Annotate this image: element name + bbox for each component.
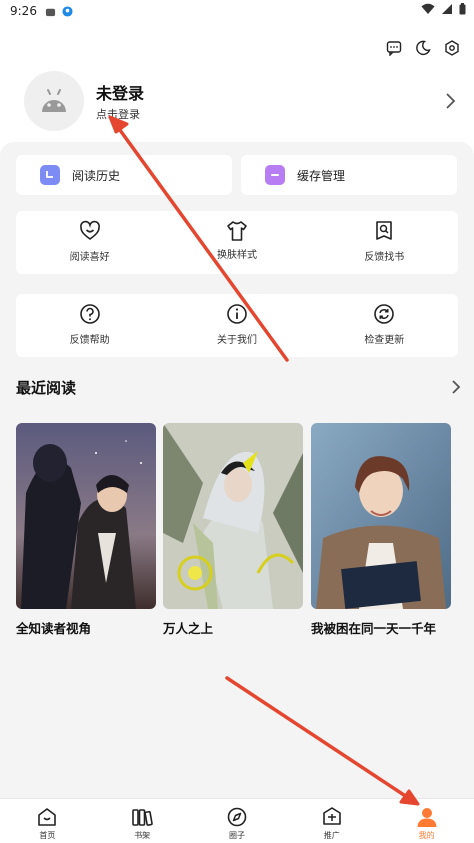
- notification-status-icon: [62, 5, 73, 17]
- tab-bookshelf-label: 书架: [134, 831, 151, 840]
- book-title: 全知读者视角: [16, 621, 92, 636]
- about-us-label: 关于我们: [216, 335, 257, 346]
- book-card[interactable]: 万人之上: [163, 423, 303, 637]
- tab-circle-label: 圈子: [228, 831, 245, 840]
- question-circle-icon: [79, 304, 100, 324]
- reading-history-button[interactable]: 阅读历史: [16, 155, 232, 195]
- bottom-tab-bar: 首页 书架 圈子 推广 我的: [0, 798, 474, 843]
- feature-grid-row-1: 阅读喜好 换肤样式 反馈找书: [16, 211, 458, 274]
- book-cover[interactable]: [16, 423, 156, 609]
- recent-reading-title: 最近阅读: [16, 379, 77, 397]
- profile-name: 未登录: [96, 84, 145, 103]
- chevron-right-icon[interactable]: [450, 378, 462, 396]
- book-cover[interactable]: [311, 423, 451, 609]
- profile-icon: [417, 808, 437, 827]
- status-time: 9:26: [10, 4, 37, 18]
- battery-icon: [459, 3, 466, 15]
- feature-grid-row-2: 反馈帮助 关于我们 检查更新: [16, 294, 458, 357]
- check-update-button[interactable]: 检查更新: [311, 294, 458, 357]
- cache-icon: [265, 165, 285, 185]
- refresh-circle-icon: [374, 304, 395, 324]
- book-search-icon: [376, 221, 393, 240]
- book-cover-art: [16, 423, 156, 609]
- about-us-button[interactable]: 关于我们: [163, 294, 310, 357]
- book-cover[interactable]: [163, 423, 303, 609]
- book-cover-art: [311, 423, 451, 609]
- android-avatar-icon: [42, 89, 66, 112]
- bookshelf-icon: [132, 809, 153, 826]
- book-cover-art: [163, 423, 303, 609]
- status-indicators: [421, 3, 466, 15]
- feedback-find-book-button[interactable]: 反馈找书: [311, 211, 458, 274]
- feedback-help-button[interactable]: 反馈帮助: [16, 294, 163, 357]
- wifi-icon: [421, 3, 435, 14]
- tshirt-icon: [227, 221, 247, 241]
- book-title: 万人之上: [163, 621, 214, 636]
- chevron-right-icon[interactable]: [444, 91, 458, 111]
- skin-style-label: 换肤样式: [216, 250, 257, 261]
- history-icon: [40, 165, 60, 185]
- cache-management-button[interactable]: 缓存管理: [241, 155, 457, 195]
- book-card[interactable]: 全知读者视角: [16, 423, 156, 637]
- feedback-help-label: 反馈帮助: [69, 335, 110, 346]
- reading-preference-label: 阅读喜好: [69, 252, 110, 263]
- compass-icon: [227, 807, 247, 827]
- book-title: 我被困在同一天一千年: [311, 621, 437, 636]
- top-actions: [386, 40, 460, 56]
- status-bar: 9:26: [0, 0, 474, 22]
- profile-header[interactable]: 未登录 点击登录: [24, 71, 456, 133]
- message-icon[interactable]: [386, 40, 402, 56]
- tab-home-label: 首页: [39, 831, 56, 840]
- night-mode-icon[interactable]: [415, 40, 431, 56]
- tab-mine-label: 我的: [418, 831, 435, 840]
- login-link[interactable]: 点击登录: [96, 106, 140, 122]
- tab-promote-label: 推广: [323, 831, 340, 840]
- android-status-icon: [45, 8, 56, 16]
- heart-smile-icon: [79, 220, 100, 240]
- feedback-find-book-label: 反馈找书: [364, 252, 405, 263]
- skin-style-button[interactable]: 换肤样式: [163, 211, 310, 274]
- tab-promote[interactable]: 推广: [284, 799, 379, 843]
- check-update-label: 检查更新: [364, 335, 405, 346]
- signal-icon: [442, 4, 452, 14]
- cache-management-label: 缓存管理: [297, 168, 346, 183]
- home-icon: [38, 808, 57, 826]
- reading-preference-button[interactable]: 阅读喜好: [16, 211, 163, 274]
- tab-home[interactable]: 首页: [0, 799, 95, 843]
- tab-bookshelf[interactable]: 书架: [95, 799, 190, 843]
- avatar[interactable]: [24, 71, 84, 131]
- info-circle-icon: [227, 304, 247, 324]
- settings-icon[interactable]: [444, 40, 460, 56]
- promote-icon: [322, 807, 341, 825]
- book-card[interactable]: 我被困在同一天一千年: [311, 423, 451, 637]
- tab-circle[interactable]: 圈子: [190, 799, 285, 843]
- tab-mine[interactable]: 我的: [379, 799, 474, 843]
- reading-history-label: 阅读历史: [72, 168, 121, 183]
